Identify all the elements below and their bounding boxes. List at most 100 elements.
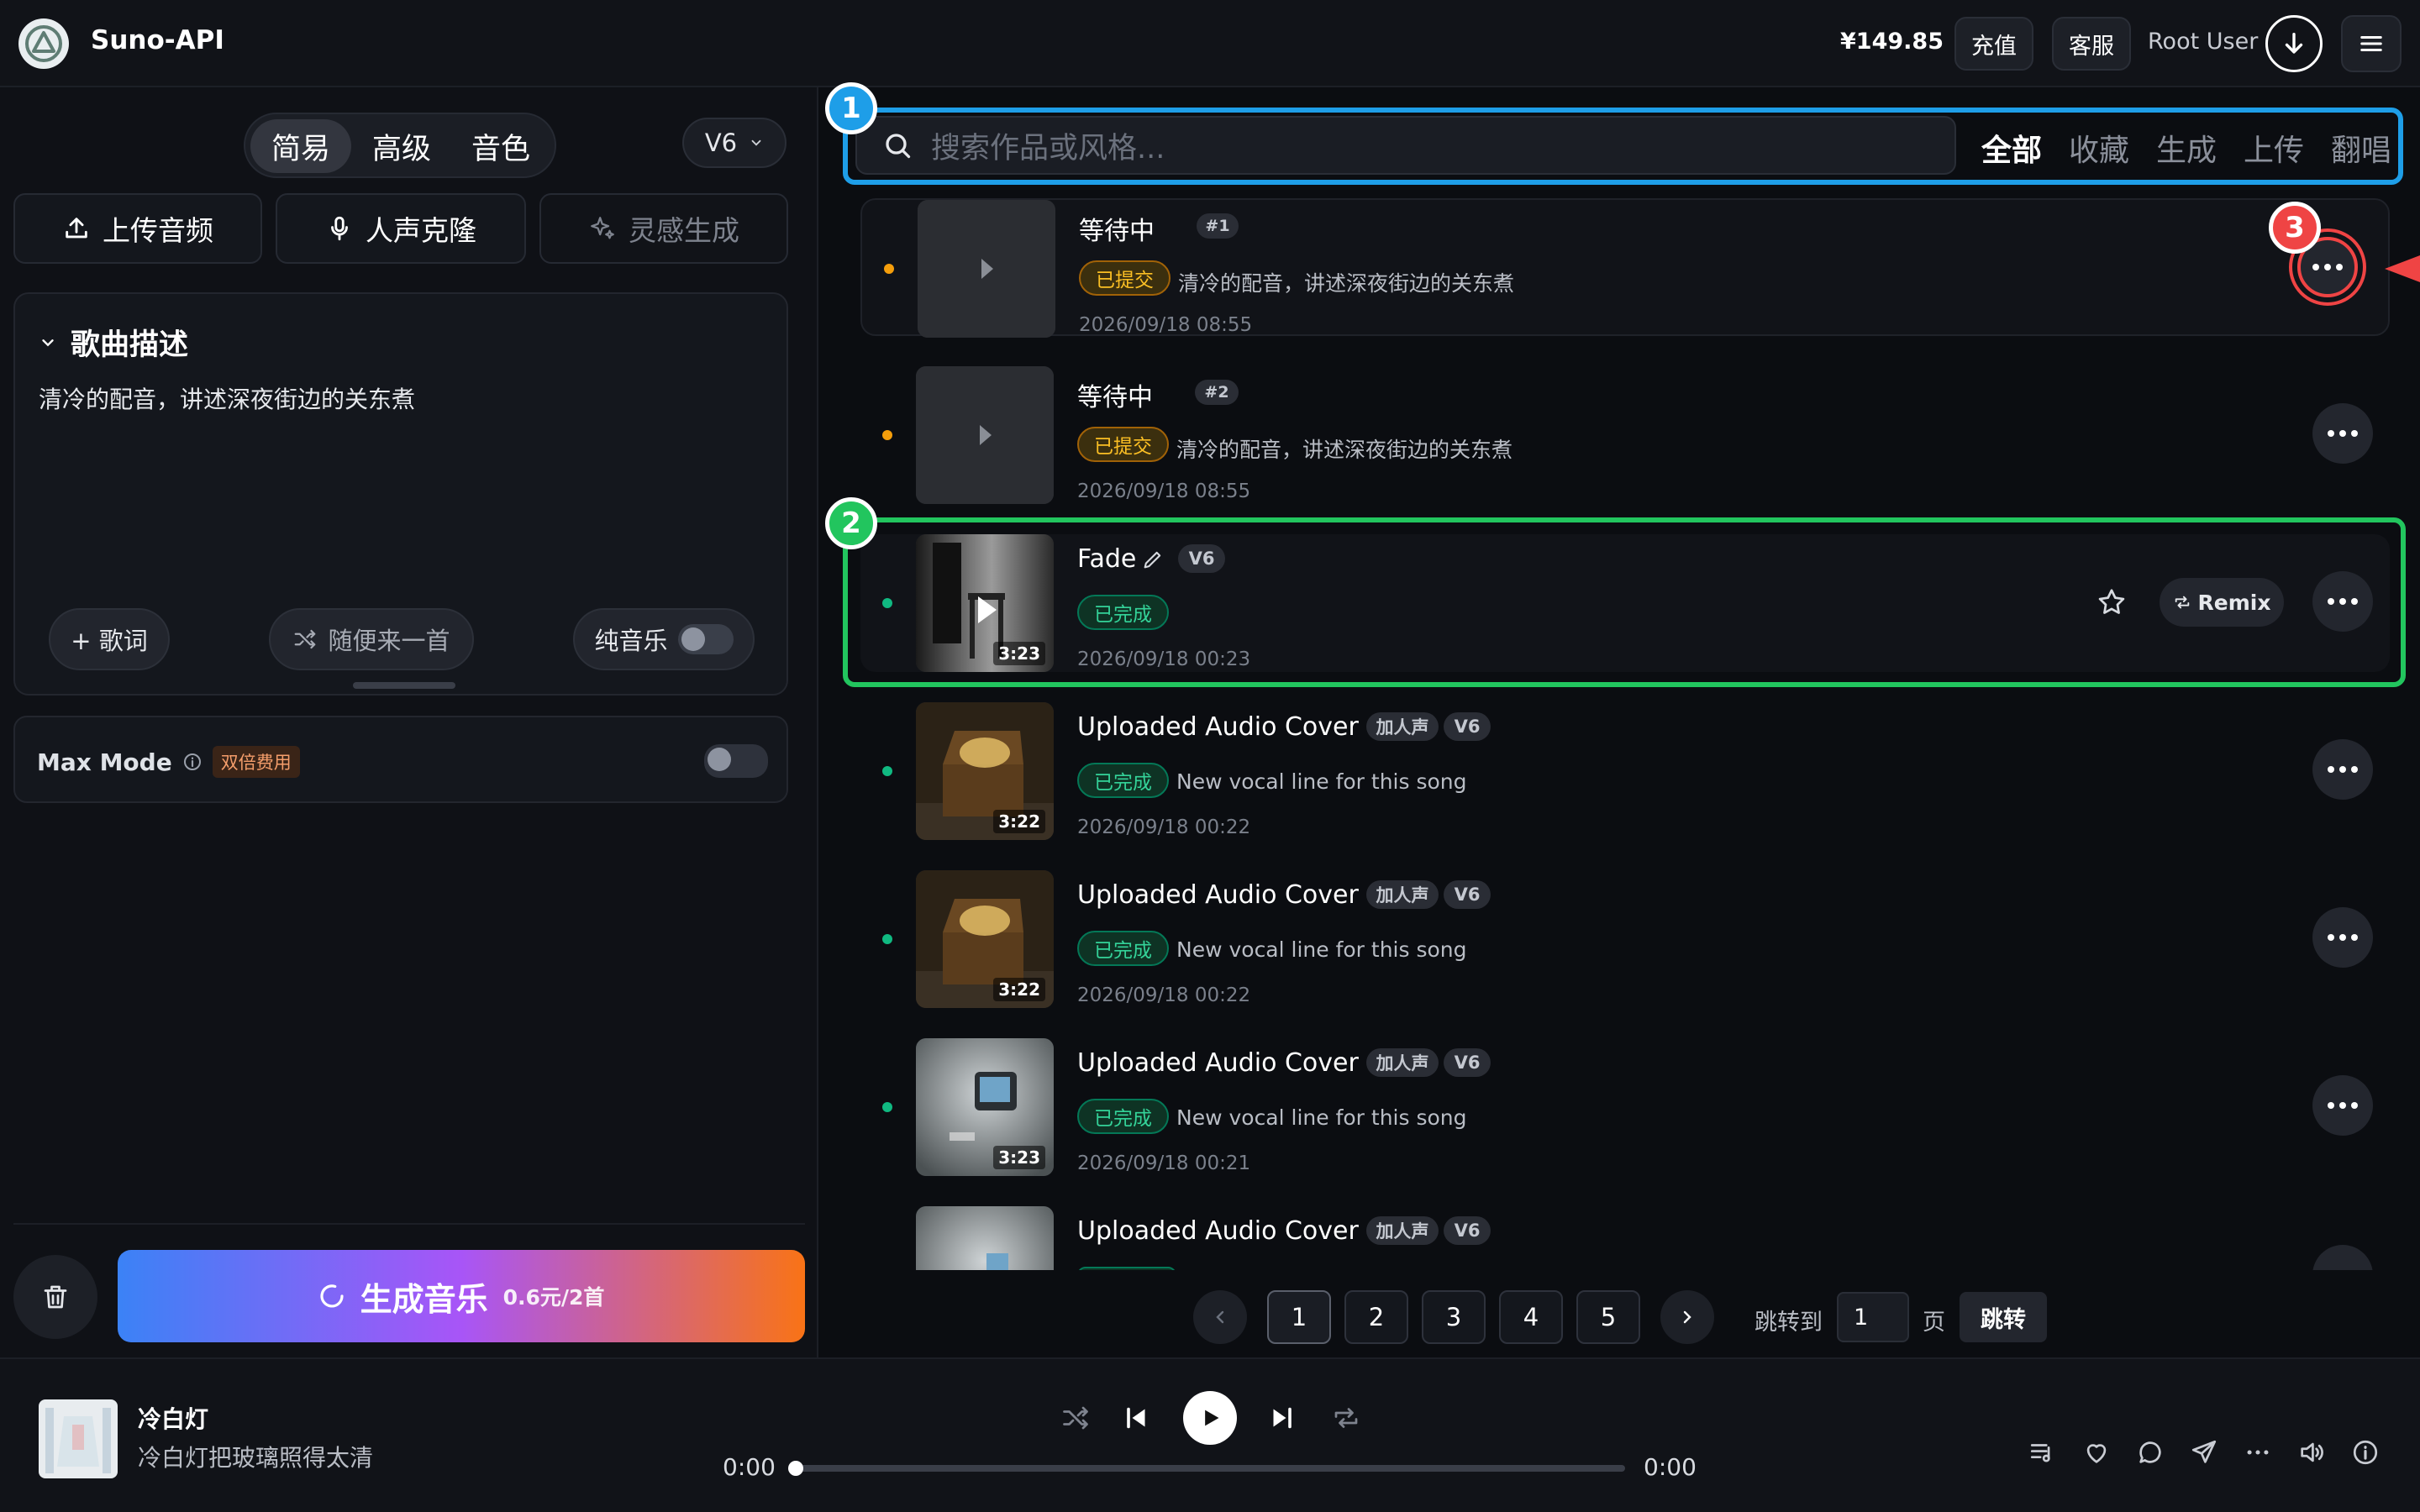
next-page-button[interactable] bbox=[1660, 1290, 1714, 1344]
page-button-2[interactable]: 2 bbox=[1344, 1290, 1408, 1344]
current-time: 0:00 bbox=[723, 1453, 776, 1481]
version-select[interactable]: V6 bbox=[682, 118, 786, 168]
song-row[interactable]: Uploaded Audio Cover 加人声 V6 bbox=[860, 1206, 2390, 1270]
song-title: 等待中 bbox=[1079, 217, 1155, 246]
song-thumbnail[interactable]: 3:23 bbox=[916, 534, 1054, 672]
filter-tab-all[interactable]: 全部 bbox=[1981, 126, 2042, 170]
page-unit-label: 页 bbox=[1923, 1310, 1945, 1336]
logo-icon bbox=[25, 25, 62, 62]
song-title: Fade bbox=[1077, 544, 1137, 574]
edit-pencil-icon[interactable] bbox=[1141, 548, 1165, 571]
song-time: 2026/09/18 08:55 bbox=[1079, 314, 1253, 336]
song-row[interactable]: 3:22 Uploaded Audio Cover 加人声 V6 已完成 New… bbox=[860, 870, 2390, 1008]
filter-tab-covers[interactable]: 翻唱 bbox=[2331, 126, 2391, 170]
cover-image bbox=[916, 1206, 1054, 1270]
chevron-right-icon bbox=[1683, 1310, 1691, 1324]
song-title: 等待中 bbox=[1077, 383, 1153, 412]
star-icon[interactable] bbox=[2096, 586, 2128, 618]
mode-tab-advanced[interactable]: 高级 bbox=[353, 119, 450, 173]
mode-tab-simple[interactable]: 简易 bbox=[250, 119, 351, 173]
progress-bar[interactable] bbox=[788, 1461, 1625, 1476]
add-vocal-tag: 加人声 bbox=[1366, 880, 1439, 909]
more-options-button[interactable] bbox=[2312, 403, 2373, 464]
heart-icon[interactable] bbox=[2082, 1438, 2111, 1467]
song-thumbnail[interactable] bbox=[918, 200, 1055, 338]
song-description: New vocal line for this song bbox=[1176, 769, 1467, 794]
previous-track-icon[interactable] bbox=[1121, 1403, 1151, 1433]
page-button-4[interactable]: 4 bbox=[1499, 1290, 1563, 1344]
more-icon[interactable] bbox=[2244, 1438, 2272, 1467]
song-thumbnail[interactable]: 3:22 bbox=[916, 702, 1054, 840]
filter-tab-favorites[interactable]: 收藏 bbox=[2069, 126, 2129, 170]
song-row[interactable]: 3:23 Fade V6 已完成 2026/09/18 00:23 Remix bbox=[860, 534, 2390, 672]
arrow-down-icon bbox=[2285, 32, 2303, 54]
song-thumbnail[interactable]: 3:23 bbox=[916, 1038, 1054, 1176]
search-input[interactable]: 搜索作品或风格... bbox=[855, 116, 1956, 175]
info-icon[interactable] bbox=[2351, 1438, 2380, 1467]
pending-dot bbox=[884, 264, 894, 274]
jump-to-label: 跳转到 bbox=[1754, 1310, 1823, 1336]
user-name[interactable]: Root User bbox=[2148, 29, 2258, 55]
more-options-button[interactable] bbox=[2312, 571, 2373, 632]
support-button[interactable]: 客服 bbox=[2052, 17, 2131, 71]
progress-handle[interactable] bbox=[788, 1461, 803, 1476]
song-index-tag: #1 bbox=[1197, 213, 1239, 239]
version-tag: V6 bbox=[1444, 712, 1491, 741]
more-options-button[interactable] bbox=[2312, 739, 2373, 800]
jump-button[interactable]: 跳转 bbox=[1960, 1292, 2047, 1342]
status-badge: 已完成 bbox=[1077, 595, 1169, 630]
filter-tab-uploaded[interactable]: 上传 bbox=[2244, 126, 2304, 170]
song-row[interactable]: 3:23 Uploaded Audio Cover 加人声 V6 已完成 New… bbox=[860, 1038, 2390, 1176]
song-row[interactable]: 3:22 Uploaded Audio Cover 加人声 V6 已完成 New… bbox=[860, 702, 2390, 840]
play-icon bbox=[1205, 1410, 1219, 1426]
playlist-icon[interactable] bbox=[2028, 1438, 2057, 1467]
remix-button[interactable]: Remix bbox=[2160, 578, 2284, 627]
song-title: Uploaded Audio Cover bbox=[1077, 1048, 1359, 1078]
top-bar: Suno-API ¥149.85 充值 客服 Root User bbox=[0, 0, 2420, 87]
download-button[interactable] bbox=[2265, 15, 2323, 72]
version-tag: V6 bbox=[1444, 880, 1491, 909]
volume-icon[interactable] bbox=[2297, 1438, 2326, 1467]
song-description: New vocal line for this song bbox=[1176, 1105, 1467, 1130]
share-icon[interactable] bbox=[2190, 1438, 2218, 1467]
song-row[interactable]: 等待中 #1 已提交 清冷的配音，讲述深夜街边的关东煮 2026/09/18 0… bbox=[860, 198, 2390, 338]
play-button[interactable] bbox=[1183, 1391, 1237, 1445]
menu-button[interactable] bbox=[2341, 15, 2402, 72]
shuffle-icon[interactable] bbox=[1060, 1403, 1091, 1433]
repeat-icon bbox=[2175, 596, 2189, 609]
song-duration: 3:23 bbox=[993, 1146, 1045, 1169]
recharge-button[interactable]: 充值 bbox=[1954, 17, 2033, 71]
generate-label: 生成音乐 bbox=[360, 1280, 488, 1318]
more-options-button[interactable] bbox=[2312, 1245, 2373, 1270]
pointer-arrow-icon bbox=[2385, 255, 2420, 282]
song-duration: 3:23 bbox=[993, 642, 1045, 665]
more-options-button[interactable] bbox=[2312, 907, 2373, 968]
filter-tab-generated[interactable]: 生成 bbox=[2156, 126, 2217, 170]
page-button-5[interactable]: 5 bbox=[1576, 1290, 1640, 1344]
song-time: 2026/09/18 00:22 bbox=[1077, 984, 1251, 1006]
play-icon bbox=[916, 366, 1054, 504]
more-options-button[interactable] bbox=[2312, 1075, 2373, 1136]
song-time: 2026/09/18 00:22 bbox=[1077, 816, 1251, 838]
done-dot bbox=[882, 766, 892, 776]
mode-switch: 简易 高级 音色 bbox=[244, 113, 556, 178]
song-row[interactable]: 等待中 #2 已提交 清冷的配音，讲述深夜街边的关东煮 2026/09/18 0… bbox=[860, 366, 2390, 504]
now-playing-cover[interactable] bbox=[39, 1399, 118, 1478]
app-logo[interactable] bbox=[18, 18, 69, 69]
song-thumbnail[interactable] bbox=[916, 366, 1054, 504]
comment-icon[interactable] bbox=[2136, 1438, 2165, 1467]
done-dot bbox=[882, 1102, 892, 1112]
song-description: New vocal line for this song bbox=[1176, 937, 1467, 962]
repeat-icon[interactable] bbox=[1331, 1403, 1361, 1433]
page-button-3[interactable]: 3 bbox=[1422, 1290, 1486, 1344]
hamburger-icon bbox=[2360, 36, 2382, 51]
search-icon bbox=[886, 134, 911, 159]
song-thumbnail[interactable]: 3:22 bbox=[916, 870, 1054, 1008]
song-title: Uploaded Audio Cover bbox=[1077, 880, 1359, 910]
jump-page-input[interactable]: 1 bbox=[1837, 1292, 1909, 1342]
page-button-1[interactable]: 1 bbox=[1267, 1290, 1331, 1344]
prev-page-button[interactable] bbox=[1193, 1290, 1247, 1344]
mode-tab-voice[interactable]: 音色 bbox=[452, 119, 550, 173]
next-track-icon[interactable] bbox=[1267, 1403, 1297, 1433]
song-thumbnail[interactable] bbox=[916, 1206, 1054, 1270]
